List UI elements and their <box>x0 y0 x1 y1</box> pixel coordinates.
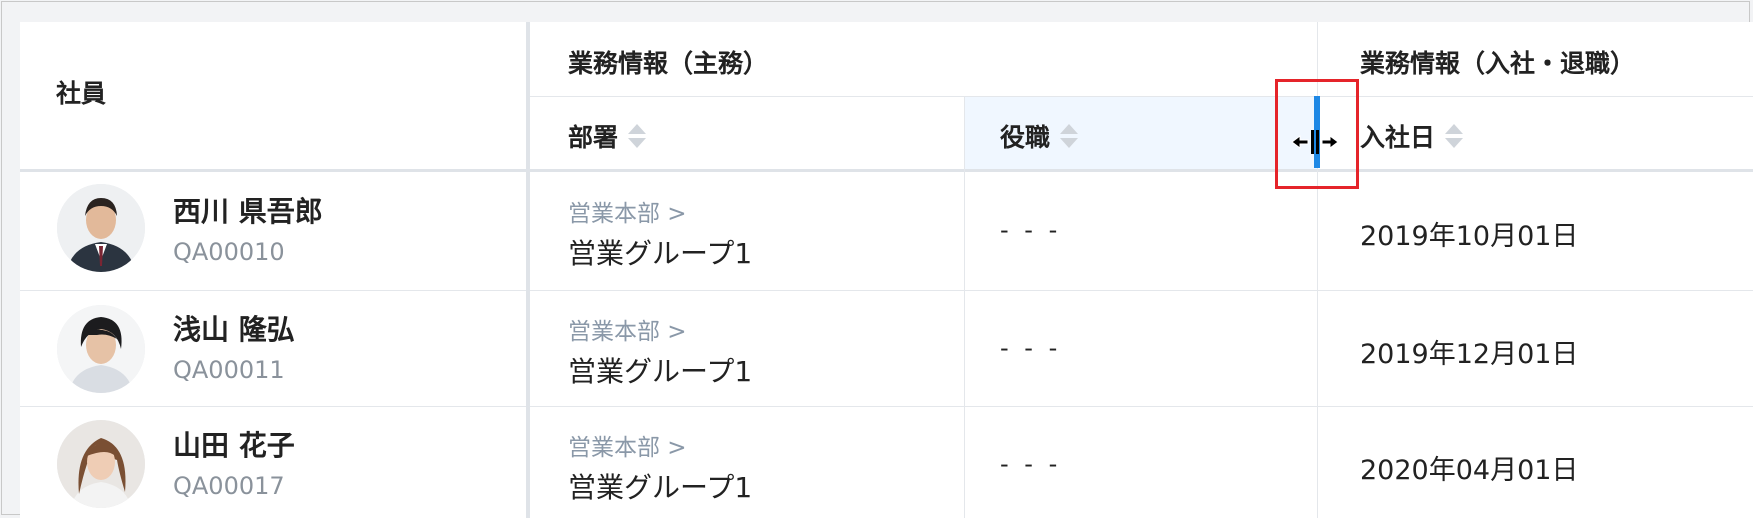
dept-header-label: 部署 <box>568 123 619 152</box>
position-value: - - - <box>1000 334 1062 362</box>
employee-code: QA00017 <box>173 472 285 500</box>
join-date-value: 2019年10月01日 <box>1360 221 1579 252</box>
employee-code: QA00011 <box>173 356 285 384</box>
row-divider <box>20 406 1753 407</box>
sort-icon[interactable] <box>628 124 647 148</box>
group-header-join: 業務情報（入社・退職） <box>1360 49 1636 78</box>
employee-name[interactable]: 西川 県吾郎 <box>173 190 323 230</box>
dept-parent: 営業本部 > <box>568 201 687 227</box>
join-date-column-header[interactable]: 入社日 <box>1360 118 1464 154</box>
employee-code: QA00010 <box>173 238 285 266</box>
join-date-value: 2019年12月01日 <box>1360 339 1579 370</box>
dept-column-header[interactable]: 部署 <box>568 118 647 154</box>
group-header-main: 業務情報（主務） <box>568 49 769 78</box>
row-divider <box>20 290 1753 291</box>
position-value: - - - <box>1000 216 1062 244</box>
position-column-header[interactable]: 役職 <box>1000 118 1079 154</box>
avatar <box>57 420 145 508</box>
dept-name: 営業グループ1 <box>568 237 753 270</box>
dept-parent: 営業本部 > <box>568 435 687 461</box>
avatar <box>57 305 145 393</box>
header-bottom-border <box>20 169 1753 172</box>
column-divider <box>964 97 965 518</box>
position-value: - - - <box>1000 450 1062 478</box>
position-header-label: 役職 <box>1000 123 1051 152</box>
employee-name[interactable]: 山田 花子 <box>173 424 295 464</box>
dept-name: 営業グループ1 <box>568 355 753 388</box>
sort-icon[interactable] <box>1445 124 1464 148</box>
join-date-value: 2020年04月01日 <box>1360 455 1579 486</box>
join-date-header-label: 入社日 <box>1360 123 1436 152</box>
dept-name: 営業グループ1 <box>568 471 753 504</box>
employee-name[interactable]: 浅山 隆弘 <box>173 308 295 348</box>
avatar <box>57 184 145 272</box>
sort-icon[interactable] <box>1060 124 1079 148</box>
resize-highlight-box <box>1275 79 1359 189</box>
employee-column-header[interactable]: 社員 <box>56 74 106 110</box>
employee-table: 社員 業務情報（主務） 業務情報（入社・退職） 部署 役職 入社日 西川 県吾郎… <box>20 22 1753 518</box>
header-divider <box>528 96 1753 97</box>
dept-parent: 営業本部 > <box>568 319 687 345</box>
frozen-column-divider <box>526 22 530 518</box>
